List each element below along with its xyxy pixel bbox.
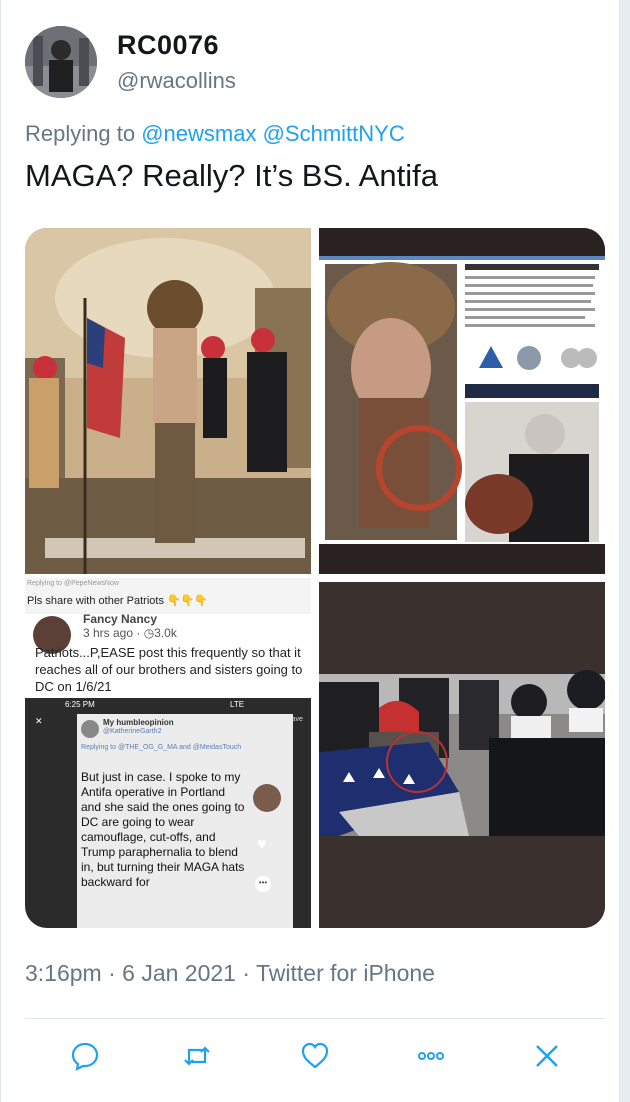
tweet-card: RC0076 @rwacollins Replying to @newsmax …: [0, 0, 620, 1102]
phone-screenshot: 6:25 PM LTE ✕ Save My humbleopinion @Kat…: [25, 698, 311, 928]
mention-newsmax[interactable]: @newsmax: [141, 121, 256, 146]
avatar[interactable]: [25, 26, 97, 98]
pointing-hand-icon: 👇👇👇: [167, 595, 209, 607]
tweet-text: MAGA? Really? It’s BS. Antifa: [25, 158, 438, 193]
action-bar: [25, 1036, 605, 1076]
reply-icon[interactable]: [65, 1036, 105, 1076]
mention-schmittnyc[interactable]: @SchmittNYC: [263, 121, 405, 146]
user-handle[interactable]: @rwacollins: [117, 68, 236, 94]
close-icon: ✕: [35, 716, 43, 726]
post-text: Patriots...P,EASE post this frequently s…: [35, 645, 303, 694]
display-name[interactable]: RC0076: [117, 30, 219, 61]
more-icon[interactable]: [411, 1036, 451, 1076]
inner-side-avatar: [253, 784, 281, 812]
media-grid: Replying to @PepeNewsNow Pls share with …: [25, 228, 605, 928]
poster-name: Fancy Nancy: [83, 612, 158, 626]
panel-share-text: Pls share with other Patriots 👇👇👇: [27, 595, 209, 607]
replying-prefix: Replying to: [25, 121, 136, 146]
inner-avatar: [81, 720, 99, 738]
media-screenshot[interactable]: Replying to @PepeNewsNow Pls share with …: [25, 578, 311, 928]
inner-handle: @KatherineGarth2: [103, 728, 162, 735]
panel-reply-line: Replying to @PepeNewsNow: [27, 580, 119, 587]
phone-time: 6:25 PM: [65, 700, 95, 709]
more-dots-icon: •••: [255, 876, 271, 892]
like-icon[interactable]: [295, 1036, 335, 1076]
replying-to: Replying to @newsmax @SchmittNYC: [25, 121, 405, 147]
media-photo-1[interactable]: [25, 228, 311, 574]
phone-status: LTE: [230, 700, 245, 709]
retweet-icon[interactable]: [177, 1036, 217, 1076]
close-icon[interactable]: [527, 1036, 567, 1076]
inner-user: My humbleopinion: [103, 718, 174, 727]
tweet-meta: 3:16pm · 6 Jan 2021 · Twitter for iPhone: [25, 960, 435, 986]
post-age: 3 hrs ago · ◷3.0k: [83, 626, 177, 640]
divider: [25, 1018, 605, 1019]
media-photo-2[interactable]: [319, 228, 605, 574]
heart-icon: ♥: [257, 836, 267, 853]
inner-reply: Replying to @THE_OG_G_MA and @MeidasTouc…: [81, 744, 242, 751]
inner-text: But just in case. I spoke to my Antifa o…: [81, 770, 245, 889]
media-photo-3[interactable]: [319, 582, 605, 928]
